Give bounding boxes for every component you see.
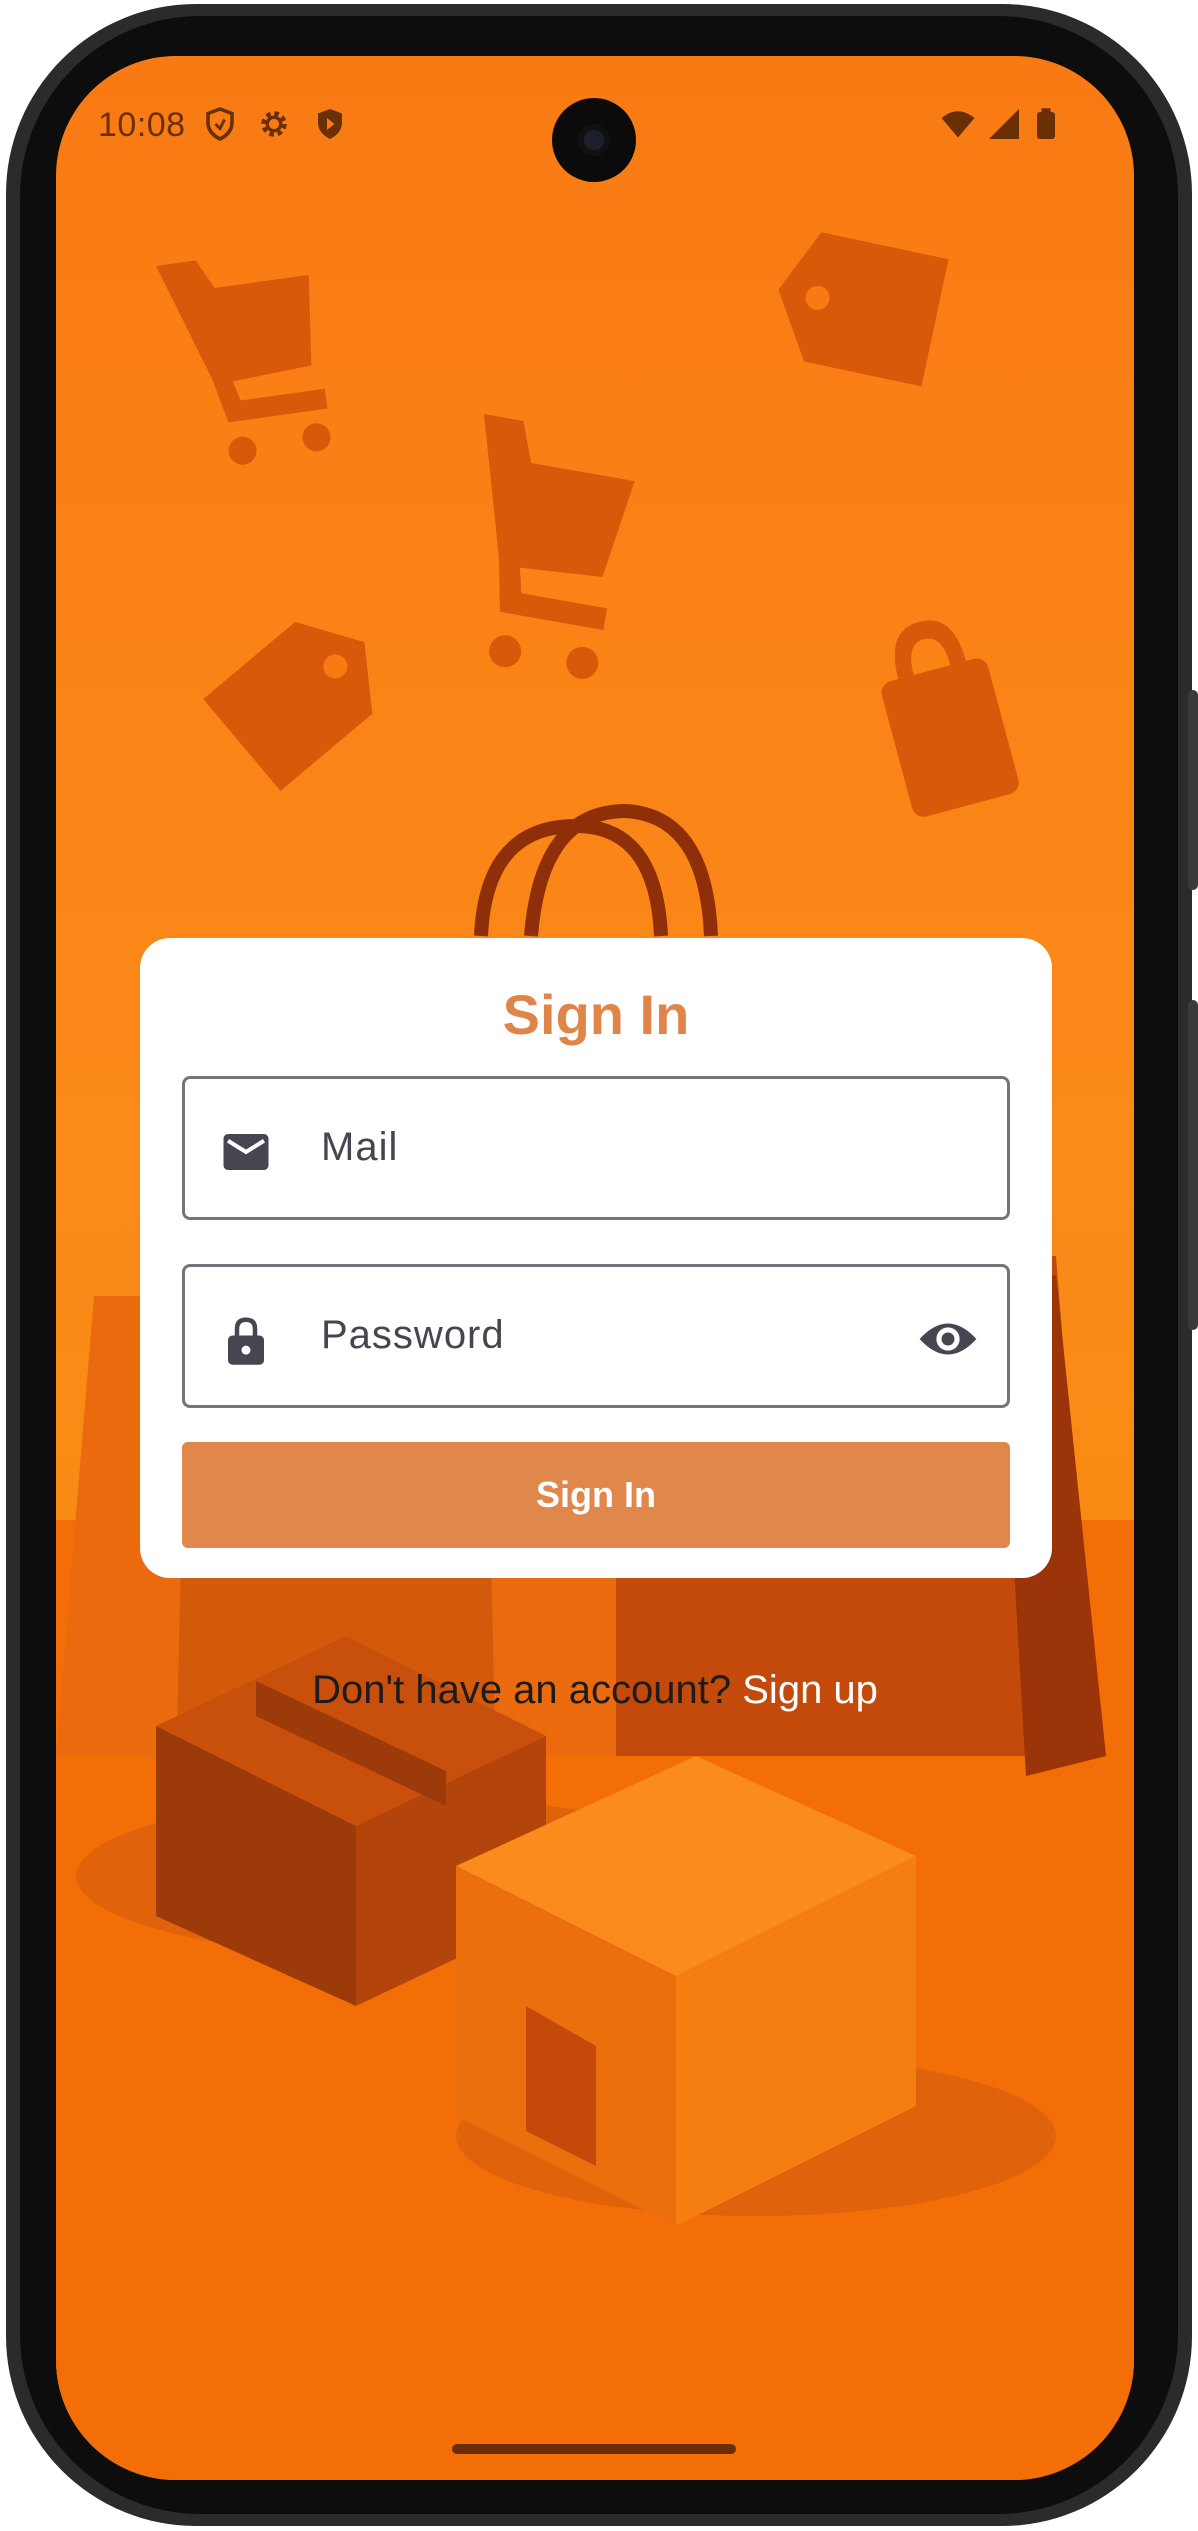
signup-prompt-text: Don't have an account?: [312, 1668, 732, 1712]
shield-outline-icon: [206, 107, 234, 142]
mail-placeholder: Mail: [321, 1125, 399, 1169]
lock-icon: [228, 1317, 264, 1365]
home-indicator[interactable]: [452, 2444, 736, 2454]
cellular-signal-icon: [989, 109, 1019, 139]
eye-icon[interactable]: [917, 1311, 979, 1367]
price-tag-icon: [778, 232, 949, 387]
shopping-cart-icon: [156, 260, 331, 465]
status-time: 10:08: [98, 106, 186, 144]
sign-in-title: Sign In: [502, 983, 690, 1046]
sign-up-link[interactable]: Sign up: [742, 1668, 878, 1712]
shield-play-icon: [318, 109, 342, 139]
shopping-cart-icon: [484, 414, 635, 679]
status-bar: 10:08: [56, 56, 1134, 196]
padlock-icon: [881, 620, 1019, 817]
app-screen: 10:08 Sign In Mail Password Sign In Don'…: [56, 56, 1134, 2480]
password-placeholder: Password: [321, 1313, 505, 1357]
wifi-icon: [941, 111, 975, 138]
signup-prompt: Don't have an account? Sign up: [56, 1668, 1134, 1713]
front-camera: [552, 98, 636, 182]
password-field[interactable]: Password: [182, 1264, 1010, 1408]
mail-field[interactable]: Mail: [182, 1076, 1010, 1220]
sign-in-card: Sign In Mail Password Sign In: [140, 938, 1052, 1578]
volume-button: [1188, 1000, 1198, 1330]
sign-in-button[interactable]: Sign In: [182, 1442, 1010, 1548]
battery-icon: [1037, 108, 1055, 139]
shopping-bag-handle: [474, 803, 718, 937]
price-tag-icon: [203, 621, 373, 791]
mail-icon: [223, 1134, 269, 1170]
power-button: [1188, 690, 1198, 890]
phone-device: 10:08 Sign In Mail Password Sign In Don'…: [0, 0, 1198, 2531]
gear-icon: [261, 111, 287, 137]
